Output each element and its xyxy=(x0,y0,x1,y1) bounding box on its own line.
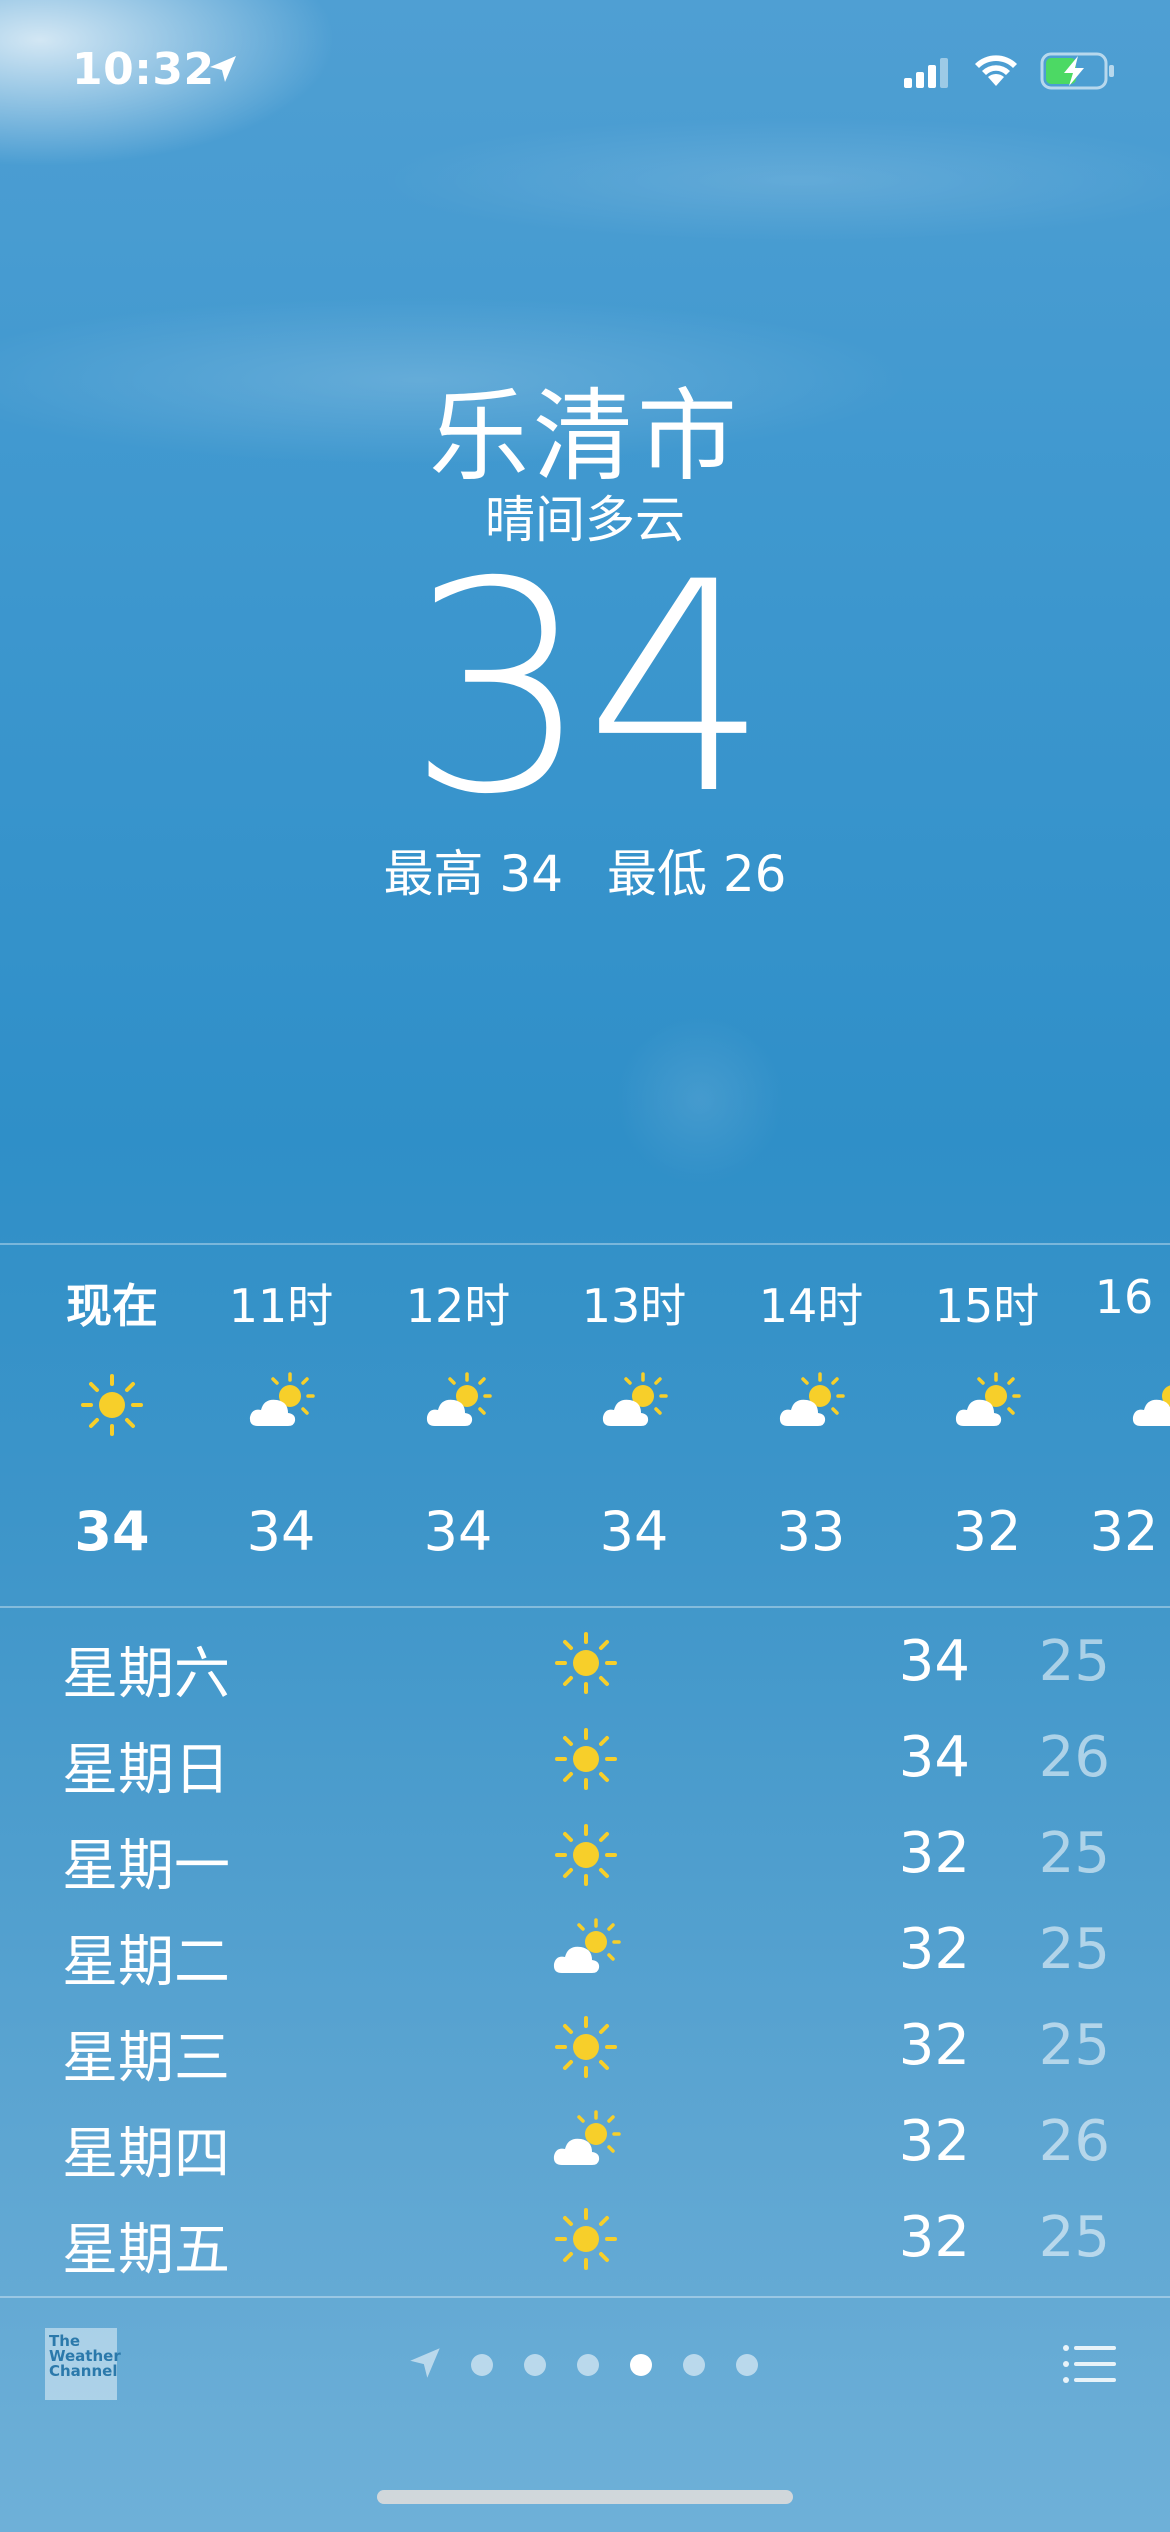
day-low: 26 xyxy=(1038,2109,1110,2174)
partly-cloudy-icon xyxy=(426,1372,492,1426)
hour-label: 现在 xyxy=(66,1279,158,1333)
day-name: 星期五 xyxy=(62,2218,230,2283)
page-dot[interactable] xyxy=(524,2354,546,2376)
partly-cloudy-icon xyxy=(553,2110,621,2165)
day-low: 25 xyxy=(1038,1821,1110,1886)
battery-charging-icon xyxy=(1040,52,1114,90)
partly-cloudy-icon xyxy=(553,1918,621,1973)
page-indicator[interactable] xyxy=(0,2340,1170,2390)
day-row: 星期一 32 25 xyxy=(0,1807,1170,1903)
day-high: 32 xyxy=(898,2013,970,2078)
hour-label: 12时 xyxy=(405,1279,511,1333)
day-high: 32 xyxy=(898,2205,970,2270)
day-row: 星期四 32 26 xyxy=(0,2095,1170,2191)
day-row: 星期三 32 25 xyxy=(0,1999,1170,2095)
cellular-signal-icon xyxy=(904,58,948,88)
day-name: 星期日 xyxy=(62,1738,230,1803)
hourly-forecast[interactable]: 现在 34 11时 34 12时 34 13时 34 14时 33 15时 32… xyxy=(0,1245,1170,1605)
high-low-summary: 最高 34 最低 26 xyxy=(0,834,1170,906)
day-name: 星期一 xyxy=(62,1834,230,1899)
day-name: 星期六 xyxy=(62,1642,230,1707)
day-low: 25 xyxy=(1038,1629,1110,1694)
hour-temperature: 33 xyxy=(776,1500,846,1563)
day-high: 32 xyxy=(898,2109,970,2174)
sun-icon xyxy=(81,1374,143,1436)
day-name: 星期二 xyxy=(62,1930,230,1995)
day-low: 25 xyxy=(1038,2205,1110,2270)
day-low: 26 xyxy=(1038,1725,1110,1790)
location-arrow-icon xyxy=(210,56,236,82)
home-indicator[interactable] xyxy=(377,2490,793,2504)
partly-cloudy-icon xyxy=(1132,1385,1170,1426)
status-time: 10:32 xyxy=(72,44,215,95)
divider xyxy=(0,1606,1170,1608)
day-row: 星期五 32 25 xyxy=(0,2191,1170,2287)
page-dot[interactable] xyxy=(577,2354,599,2376)
hour-temperature: 32 xyxy=(1089,1500,1159,1563)
day-low: 25 xyxy=(1038,1917,1110,1982)
page-dot[interactable] xyxy=(736,2354,758,2376)
hour-label: 16 xyxy=(1094,1270,1154,1324)
day-high: 32 xyxy=(898,1821,970,1886)
hour-temperature: 34 xyxy=(246,1500,316,1563)
day-row: 星期六 34 25 xyxy=(0,1615,1170,1711)
day-name: 星期三 xyxy=(62,2026,230,2091)
day-high: 34 xyxy=(898,1629,970,1694)
wifi-icon xyxy=(975,55,1017,86)
sun-icon xyxy=(555,2016,617,2078)
sun-icon xyxy=(555,1632,617,1694)
sun-icon xyxy=(555,1728,617,1790)
hour-temperature: 34 xyxy=(423,1500,493,1563)
page-dot[interactable] xyxy=(471,2354,493,2376)
city-name: 乐清市 xyxy=(429,378,741,495)
partly-cloudy-icon xyxy=(249,1372,315,1426)
day-high: 32 xyxy=(898,1917,970,1982)
day-row: 星期日 34 26 xyxy=(0,1711,1170,1807)
partly-cloudy-icon xyxy=(602,1372,668,1426)
page-dot[interactable] xyxy=(683,2354,705,2376)
sun-icon xyxy=(555,2208,617,2270)
hour-temperature: 34 xyxy=(599,1500,669,1563)
partly-cloudy-icon xyxy=(779,1372,845,1426)
sun-icon xyxy=(555,1824,617,1886)
hour-label: 11时 xyxy=(228,1279,334,1333)
low-temperature: 最低 26 xyxy=(606,845,787,903)
day-row: 星期二 32 25 xyxy=(0,1903,1170,1999)
location-arrow-icon[interactable] xyxy=(408,2346,442,2380)
day-name: 星期四 xyxy=(62,2122,230,2187)
current-temperature: 34 xyxy=(406,521,769,858)
day-low: 25 xyxy=(1038,2013,1110,2078)
hour-label: 14时 xyxy=(758,1279,864,1333)
day-high: 34 xyxy=(898,1725,970,1790)
hour-temperature: 34 xyxy=(74,1500,150,1563)
divider xyxy=(0,2296,1170,2298)
partly-cloudy-icon xyxy=(955,1372,1021,1426)
high-temperature: 最高 34 xyxy=(383,845,564,903)
status-bar: 10:32 xyxy=(0,0,1170,150)
page-dot-active[interactable] xyxy=(630,2354,652,2376)
city-list-icon[interactable] xyxy=(1062,2342,1118,2386)
hour-label: 13时 xyxy=(581,1279,687,1333)
